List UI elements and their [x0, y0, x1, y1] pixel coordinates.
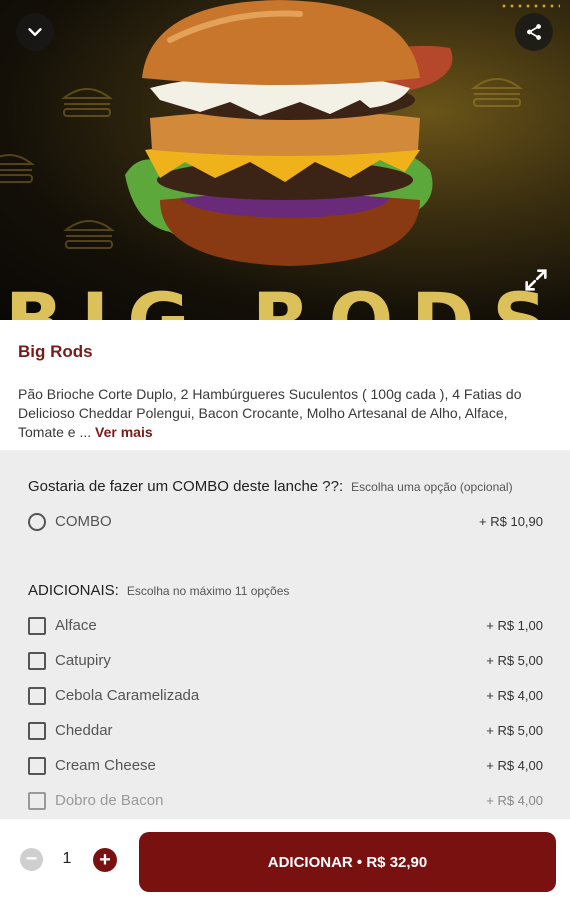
option-price: + R$ 5,00 — [486, 723, 543, 738]
option-label: Catupiry — [55, 652, 111, 669]
adicionais-hint: Escolha no máximo 11 opções — [126, 584, 290, 598]
quantity-value: 1 — [62, 850, 72, 867]
combo-hint: Escolha uma opção (opcional) — [351, 480, 513, 494]
option-label: Cream Cheese — [55, 757, 156, 774]
product-title: Big Rods — [18, 342, 93, 361]
checkbox[interactable] — [28, 791, 46, 810]
decrease-quantity-button[interactable]: − — [20, 848, 43, 871]
expand-icon — [525, 269, 547, 291]
product-description: Pão Brioche Corte Duplo, 2 Hambúrgueres … — [18, 385, 552, 442]
increase-quantity-button[interactable]: + — [93, 848, 117, 872]
product-info: Big Rods Pão Brioche Corte Duplo, 2 Hamb… — [0, 320, 570, 450]
option-label: Alface — [55, 617, 97, 634]
expand-image-button[interactable] — [522, 266, 550, 294]
addon-option-cebola-caramelizada[interactable]: Cebola Caramelizada + R$ 4,00 — [28, 678, 543, 713]
option-price: + R$ 5,00 — [486, 653, 543, 668]
combo-section: Gostaria de fazer um COMBO deste lanche … — [0, 478, 570, 539]
hero-banner-text: BIG RODS — [0, 288, 570, 320]
add-to-cart-bar: − 1 + ADICIONAR • R$ 32,90 — [0, 819, 570, 900]
addon-option-catupiry[interactable]: Catupiry + R$ 5,00 — [28, 643, 543, 678]
adicionais-title: ADICIONAIS: — [28, 582, 119, 599]
chevron-down-icon — [28, 28, 42, 36]
option-label: Cebola Caramelizada — [55, 687, 200, 704]
checkbox[interactable] — [28, 721, 46, 740]
add-to-cart-button[interactable]: ADICIONAR • R$ 32,90 — [139, 832, 556, 892]
option-price: + R$ 10,90 — [479, 514, 543, 529]
share-button[interactable] — [515, 13, 553, 51]
adicionais-header: ADICIONAIS: Escolha no máximo 11 opções — [28, 582, 543, 602]
product-image: BIG RODS — [0, 0, 570, 320]
share-icon — [527, 24, 541, 40]
combo-header: Gostaria de fazer um COMBO deste lanche … — [28, 478, 543, 498]
option-price: + R$ 4,00 — [486, 688, 543, 703]
option-label: Dobro de Bacon — [55, 792, 164, 809]
decor-dots — [500, 2, 560, 10]
option-price: + R$ 4,00 — [486, 793, 543, 808]
burger-illustration — [125, 0, 453, 266]
adicionais-section: ADICIONAIS: Escolha no máximo 11 opções … — [0, 582, 570, 818]
combo-title: Gostaria de fazer um COMBO deste lanche … — [28, 478, 344, 495]
checkbox[interactable] — [28, 616, 46, 635]
read-more-link[interactable]: Ver mais — [95, 424, 153, 440]
addon-option-alface[interactable]: Alface + R$ 1,00 — [28, 608, 543, 643]
checkbox[interactable] — [28, 651, 46, 670]
back-button[interactable] — [16, 13, 54, 51]
option-price: + R$ 1,00 — [486, 618, 543, 633]
option-label: COMBO — [55, 513, 112, 530]
option-price: + R$ 4,00 — [486, 758, 543, 773]
combo-option[interactable]: COMBO + R$ 10,90 — [28, 504, 543, 539]
checkbox[interactable] — [28, 686, 46, 705]
addon-option-cheddar[interactable]: Cheddar + R$ 5,00 — [28, 713, 543, 748]
option-label: Cheddar — [55, 722, 113, 739]
addon-option-dobro-de-bacon[interactable]: Dobro de Bacon + R$ 4,00 — [28, 783, 543, 818]
addon-option-cream-cheese[interactable]: Cream Cheese + R$ 4,00 — [28, 748, 543, 783]
checkbox[interactable] — [28, 756, 46, 775]
product-description-text: Pão Brioche Corte Duplo, 2 Hambúrgueres … — [18, 386, 522, 440]
radio-button[interactable] — [28, 512, 46, 531]
